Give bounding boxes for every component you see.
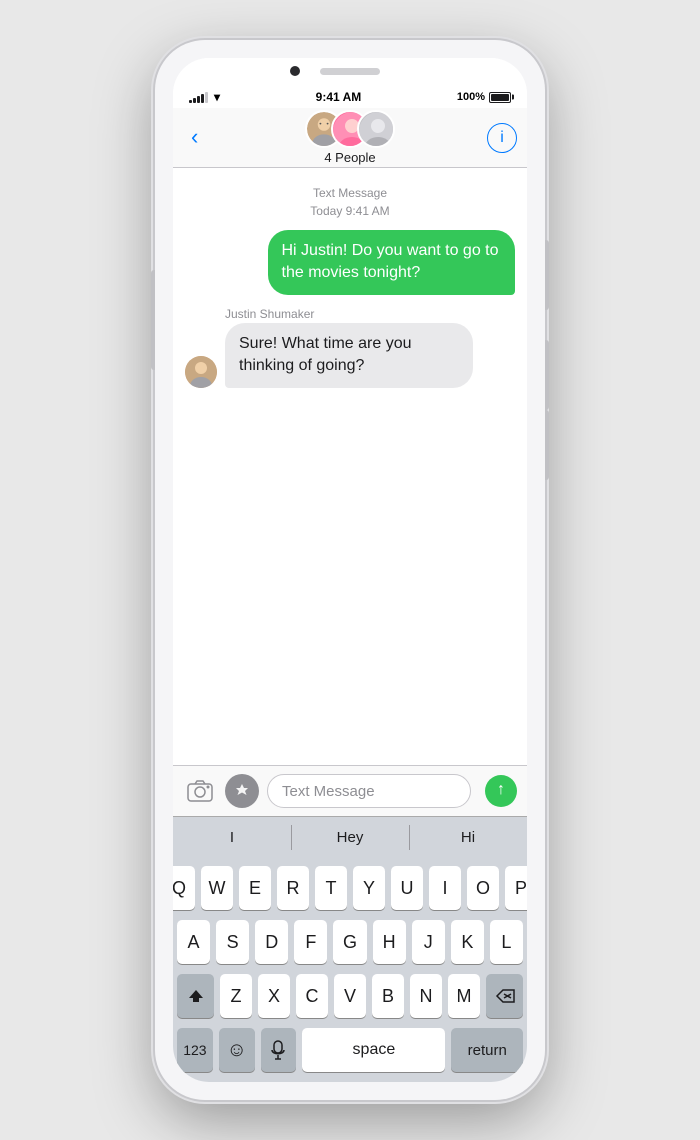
- key-k[interactable]: K: [451, 920, 484, 964]
- key-delete[interactable]: [486, 974, 523, 1018]
- key-v[interactable]: V: [334, 974, 366, 1018]
- key-return[interactable]: return: [451, 1028, 523, 1072]
- signal-icon: [189, 92, 208, 103]
- predictive-bar: I Hey Hi: [173, 816, 527, 858]
- key-l[interactable]: L: [490, 920, 523, 964]
- nav-center: 4 People: [305, 110, 395, 165]
- key-y[interactable]: Y: [353, 866, 385, 910]
- status-left: ▾: [189, 90, 220, 104]
- key-o[interactable]: O: [467, 866, 499, 910]
- key-q[interactable]: Q: [173, 866, 195, 910]
- keyboard-row-1: Q W E R T Y U I O P: [177, 866, 523, 910]
- mic-icon: [270, 1040, 286, 1060]
- keyboard-row-2: A S D F G H J K L: [177, 920, 523, 964]
- avatar-3: [357, 110, 395, 148]
- key-p[interactable]: P: [505, 866, 527, 910]
- key-c[interactable]: C: [296, 974, 328, 1018]
- key-f[interactable]: F: [294, 920, 327, 964]
- key-z[interactable]: Z: [220, 974, 252, 1018]
- bar2: [193, 98, 196, 103]
- sender-name-label: Justin Shumaker: [225, 307, 515, 321]
- camera-icon: [187, 780, 213, 802]
- key-n[interactable]: N: [410, 974, 442, 1018]
- info-button[interactable]: i: [487, 123, 517, 153]
- received-bubble: Sure! What time are you thinking of goin…: [225, 323, 473, 388]
- message-time-label: Today 9:41 AM: [185, 204, 515, 218]
- phone-device: ▾ 9:41 AM 100% ‹: [155, 40, 545, 1100]
- key-r[interactable]: R: [277, 866, 309, 910]
- navigation-bar: ‹: [173, 108, 527, 168]
- status-time: 9:41 AM: [316, 90, 362, 104]
- key-numbers[interactable]: 123: [177, 1028, 213, 1072]
- return-label: return: [468, 1042, 507, 1059]
- key-h[interactable]: H: [373, 920, 406, 964]
- sent-bubble: Hi Justin! Do you want to go to the movi…: [268, 230, 516, 295]
- chevron-left-icon: ‹: [191, 126, 198, 148]
- key-w[interactable]: W: [201, 866, 233, 910]
- key-m[interactable]: M: [448, 974, 480, 1018]
- bar1: [189, 100, 192, 103]
- key-s[interactable]: S: [216, 920, 249, 964]
- predictive-item-2[interactable]: Hey: [291, 817, 409, 858]
- battery-fill: [491, 94, 509, 101]
- speaker: [320, 68, 380, 75]
- send-button[interactable]: ↑: [485, 775, 517, 807]
- key-space[interactable]: space: [302, 1028, 445, 1072]
- key-t[interactable]: T: [315, 866, 347, 910]
- predictive-item-3[interactable]: Hi: [409, 817, 527, 858]
- appstore-button[interactable]: [225, 774, 259, 808]
- key-u[interactable]: U: [391, 866, 423, 910]
- message-input[interactable]: Text Message: [267, 774, 471, 808]
- sender-avatar-svg: [185, 356, 217, 388]
- shift-icon: [188, 988, 204, 1004]
- delete-icon: [495, 989, 515, 1003]
- keyboard-row-bottom: 123 ☺ space return: [177, 1028, 523, 1072]
- key-j[interactable]: J: [412, 920, 445, 964]
- message-placeholder: Text Message: [282, 783, 375, 800]
- people-count-label: 4 People: [324, 150, 375, 165]
- front-camera: [290, 66, 300, 76]
- battery-icon: [489, 92, 511, 103]
- predictive-item-1[interactable]: I: [173, 817, 291, 858]
- status-bar: ▾ 9:41 AM 100%: [173, 86, 527, 108]
- messages-area: Text Message Today 9:41 AM Hi Justin! Do…: [173, 168, 527, 765]
- notch-area: [173, 58, 527, 86]
- status-right: 100%: [457, 91, 511, 103]
- emoji-icon: ☺: [226, 1039, 246, 1062]
- key-e[interactable]: E: [239, 866, 271, 910]
- received-message-row: Sure! What time are you thinking of goin…: [185, 323, 515, 388]
- avatar-group[interactable]: [305, 110, 395, 148]
- wifi-icon: ▾: [214, 90, 220, 104]
- bar3: [197, 96, 200, 103]
- sender-avatar: [185, 356, 217, 388]
- battery-shell: [489, 92, 511, 103]
- space-label: space: [353, 1041, 396, 1059]
- key-d[interactable]: D: [255, 920, 288, 964]
- camera-button[interactable]: [183, 774, 217, 808]
- input-bar: Text Message ↑: [173, 765, 527, 816]
- keyboard-row-3: Z X C V B N M: [177, 974, 523, 1018]
- key-emoji[interactable]: ☺: [219, 1028, 255, 1072]
- sent-message-row: Hi Justin! Do you want to go to the movi…: [185, 230, 515, 295]
- key-microphone[interactable]: [261, 1028, 297, 1072]
- back-button[interactable]: ‹: [183, 120, 206, 156]
- bar4: [201, 94, 204, 103]
- key-g[interactable]: G: [333, 920, 366, 964]
- keyboard: Q W E R T Y U I O P A S D F G H J K: [173, 858, 527, 1082]
- avatar3-svg: [359, 112, 395, 148]
- battery-percent: 100%: [457, 91, 485, 103]
- key-i[interactable]: I: [429, 866, 461, 910]
- bar5: [205, 92, 208, 103]
- phone-screen: ▾ 9:41 AM 100% ‹: [173, 58, 527, 1082]
- key-x[interactable]: X: [258, 974, 290, 1018]
- appstore-icon: [233, 782, 251, 800]
- send-arrow-icon: ↑: [497, 781, 505, 799]
- info-icon: i: [500, 129, 504, 147]
- key-shift[interactable]: [177, 974, 214, 1018]
- key-b[interactable]: B: [372, 974, 404, 1018]
- message-type-label: Text Message: [185, 186, 515, 200]
- numbers-label: 123: [183, 1042, 206, 1058]
- key-a[interactable]: A: [177, 920, 210, 964]
